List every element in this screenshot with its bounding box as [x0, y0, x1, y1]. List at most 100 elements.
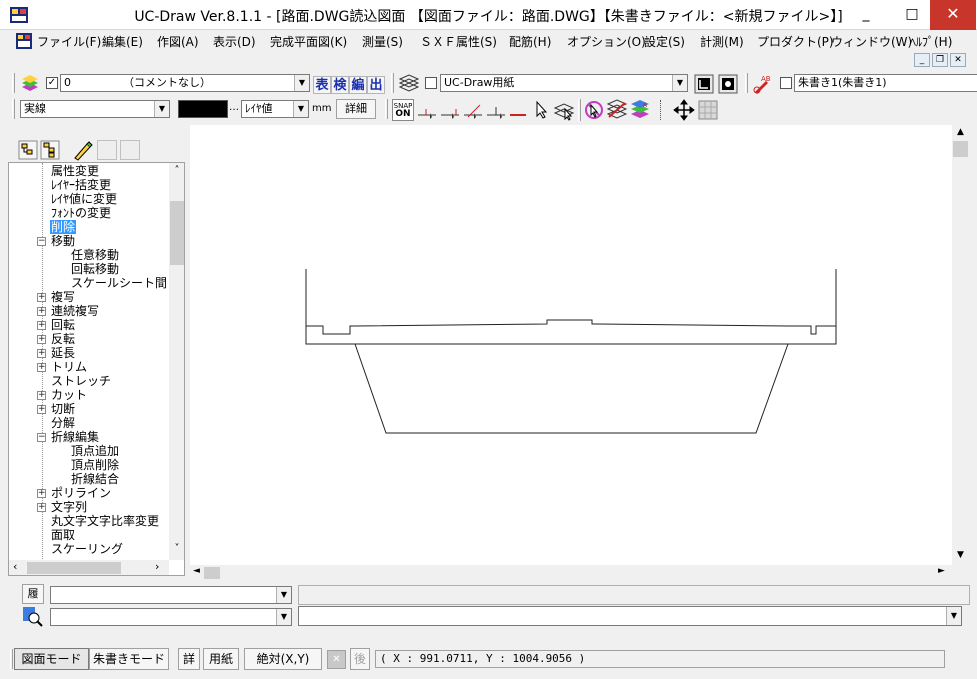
tree-item[interactable]: ﾌｫﾝﾄの変更 [51, 206, 111, 220]
scroll-right-icon[interactable]: › [155, 560, 159, 573]
chevron-down-icon[interactable]: ▼ [276, 609, 291, 625]
redline-mode-button[interactable]: 朱書きモード [89, 648, 169, 670]
minimize-button[interactable]: _ [843, 0, 889, 30]
tree-item[interactable]: 複写 [51, 290, 75, 304]
pen-icon[interactable] [72, 139, 94, 161]
layer-combo[interactable]: 0 （コメントなし） ▼ [60, 74, 310, 92]
grid-view-icon[interactable] [697, 99, 719, 121]
tree-item[interactable]: ﾚｲﾔｰ括変更 [51, 178, 111, 192]
tree-horizontal-scrollbar[interactable]: ‹ › [9, 560, 169, 575]
chevron-down-icon[interactable]: ▼ [293, 101, 308, 117]
paper-layers-icon[interactable] [398, 73, 420, 93]
tree-item[interactable]: 属性変更 [51, 164, 99, 178]
no-select-icon[interactable] [583, 99, 605, 121]
menu-draw[interactable]: 作図(A) [157, 33, 199, 50]
expand-icon[interactable]: + [37, 293, 46, 302]
toolbar-grip[interactable] [10, 649, 13, 669]
tree-item[interactable]: 回転移動 [71, 262, 119, 276]
search-zoom-icon[interactable] [22, 606, 44, 628]
color-swatch[interactable] [178, 100, 228, 118]
expand-icon[interactable]: + [37, 503, 46, 512]
collapse-icon[interactable]: − [37, 433, 46, 442]
tree-item[interactable]: 回転 [51, 318, 75, 332]
output-button[interactable]: 出 [367, 76, 385, 94]
layer-select-icon[interactable] [553, 99, 575, 121]
tree-item[interactable]: カット [51, 388, 87, 402]
tree-item[interactable]: 反転 [51, 332, 75, 346]
color-more-button[interactable]: … [229, 100, 239, 118]
view-icon[interactable] [718, 74, 738, 94]
scroll-thumb[interactable] [170, 201, 184, 265]
chevron-down-icon[interactable]: ▼ [276, 587, 291, 603]
toolbar-grip[interactable] [745, 73, 748, 93]
tree-expand-icon[interactable] [40, 140, 60, 160]
detail-status-button[interactable]: 詳 [178, 648, 200, 670]
expand-icon[interactable]: + [37, 489, 46, 498]
paper-combo[interactable]: UC-Draw用紙 ▼ [440, 74, 688, 92]
tree-item[interactable]: ストレッチ [51, 374, 111, 388]
menu-rebar[interactable]: 配筋(H) [509, 33, 551, 50]
menu-completion-plan[interactable]: 完成平面図(K) [270, 33, 347, 50]
menu-settings[interactable]: 設定(S) [644, 33, 685, 50]
scroll-left-icon[interactable]: ‹ [13, 560, 17, 573]
tree-vertical-scrollbar[interactable]: ˄ ˅ [169, 163, 184, 560]
inspect-button[interactable]: 検 [331, 76, 349, 94]
absolute-coord-button[interactable]: 絶対(X,Y) [244, 648, 322, 670]
expand-icon[interactable]: + [37, 391, 46, 400]
redline-checkbox[interactable] [780, 77, 792, 89]
expand-icon[interactable]: + [37, 349, 46, 358]
history-combo[interactable]: ▼ [50, 586, 292, 604]
toolbar-grip[interactable] [12, 73, 15, 93]
detail-button[interactable]: 詳細 [336, 99, 376, 119]
tree-item-selected[interactable]: 削除 [50, 220, 77, 234]
expand-icon[interactable]: + [37, 307, 46, 316]
menu-help[interactable]: ﾍﾙﾌﾟ(H) [910, 33, 952, 50]
menu-window[interactable]: ウィンドウ(W) [831, 33, 912, 50]
menu-file[interactable]: ファイル(F) [37, 33, 101, 50]
scroll-up-icon[interactable]: ▲ [952, 127, 969, 137]
tree-view-icon[interactable] [18, 140, 38, 160]
menu-product[interactable]: プロダクト(P) [757, 33, 834, 50]
tree-item[interactable]: 延長 [51, 346, 75, 360]
paper-checkbox[interactable] [425, 77, 437, 89]
tree-item[interactable]: 移動 [51, 234, 75, 248]
menu-edit[interactable]: 編集(E) [102, 33, 143, 50]
toolbar-grip[interactable] [12, 99, 15, 119]
layer-color-icon[interactable]: A [629, 99, 651, 121]
chevron-down-icon[interactable]: ▼ [154, 101, 169, 117]
tree-item[interactable]: スケーリング [51, 542, 123, 556]
menu-view[interactable]: 表示(D) [213, 33, 256, 50]
pan-move-icon[interactable] [673, 99, 695, 121]
scroll-down-icon[interactable]: ˅ [169, 543, 184, 557]
tree-item[interactable]: ポリライン [51, 486, 111, 500]
chevron-down-icon[interactable]: ▼ [294, 75, 309, 91]
tree-item[interactable]: ﾚｲﾔ値に変更 [51, 192, 117, 206]
tree-item[interactable]: 文字列 [51, 500, 87, 514]
snap-toggle-button[interactable]: SNAP ON [392, 99, 414, 121]
linewidth-combo[interactable]: ﾚｲﾔ値 ▼ [241, 100, 309, 118]
close-button[interactable]: ✕ [930, 0, 976, 30]
scroll-right-icon[interactable]: ► [938, 566, 945, 576]
expand-icon[interactable]: + [37, 363, 46, 372]
redline-combo[interactable]: 朱書き1(朱書き1) [794, 74, 977, 92]
scroll-thumb[interactable] [27, 562, 121, 574]
canvas-horizontal-scrollbar[interactable]: ◄ ► [190, 565, 952, 581]
expand-icon[interactable]: + [37, 405, 46, 414]
menu-options[interactable]: オプション(O) [567, 33, 646, 50]
snap-mode-icons[interactable] [416, 99, 528, 121]
child-restore-button[interactable]: ❐ [932, 53, 948, 67]
tree-item[interactable]: 頂点追加 [71, 444, 119, 458]
expand-icon[interactable]: + [37, 321, 46, 330]
scroll-thumb[interactable] [953, 141, 968, 157]
tree-item[interactable]: トリム [51, 360, 87, 374]
maximize-button[interactable]: □ [889, 0, 935, 30]
drawing-canvas[interactable] [190, 125, 952, 565]
tree-item[interactable]: 折線結合 [71, 472, 119, 486]
collapse-icon[interactable]: − [37, 237, 46, 246]
scroll-left-icon[interactable]: ◄ [193, 566, 200, 576]
drawing-mode-button[interactable]: 図面モード [14, 648, 89, 670]
child-minimize-button[interactable]: _ [914, 53, 930, 67]
linetype-combo[interactable]: 実線 ▼ [20, 100, 170, 118]
document-icon[interactable] [16, 33, 32, 49]
tree-item[interactable]: 連続複写 [51, 304, 99, 318]
